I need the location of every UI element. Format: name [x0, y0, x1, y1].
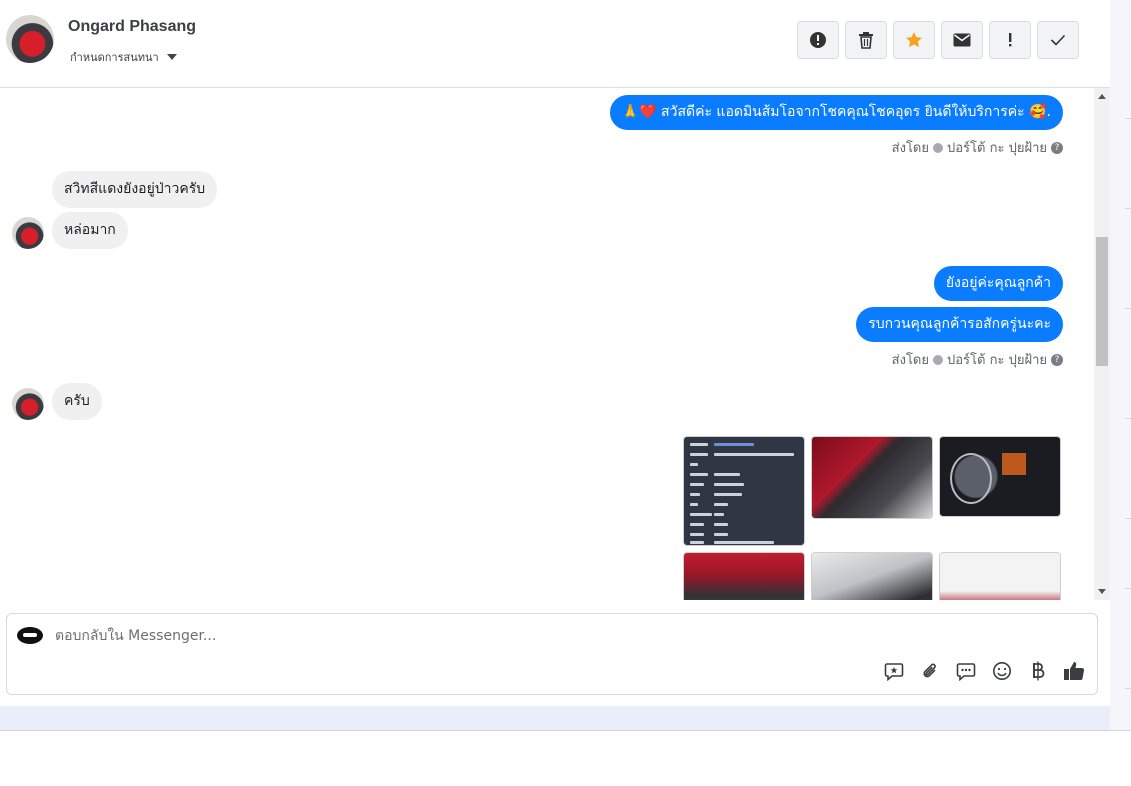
sent-by-label: ส่งโดย [891, 353, 929, 368]
check-icon [1050, 34, 1066, 46]
verified-icon [933, 142, 943, 153]
header-actions [797, 21, 1079, 59]
sent-by-label: ส่งโดย [891, 141, 929, 156]
help-icon[interactable]: ? [1051, 141, 1063, 154]
help-icon[interactable]: ? [1051, 353, 1063, 366]
car-spec-image[interactable] [683, 436, 805, 546]
trash-icon [859, 32, 873, 49]
chat-dots-icon [956, 663, 976, 681]
exclamation-icon [1009, 33, 1012, 47]
car-door-image[interactable] [811, 436, 933, 519]
outgoing-message[interactable]: 🙏❤️ สวัสดีค่ะ แอดมินส้มโอจากโชคคุณโชคอุด… [609, 95, 1063, 130]
divider [0, 730, 1131, 731]
contact-avatar[interactable] [6, 15, 54, 63]
reply-input[interactable] [55, 626, 855, 646]
right-side-strip [1110, 0, 1131, 730]
car-interior-image[interactable] [811, 552, 933, 600]
envelope-icon [953, 33, 971, 47]
attach-button[interactable] [919, 660, 941, 682]
spam-button[interactable] [797, 21, 839, 59]
incoming-message[interactable]: หล่อมาก [52, 212, 128, 249]
scroll-up-icon[interactable] [1098, 94, 1106, 99]
sent-by-line: ส่งโดย ปอร์โต้ กะ ปุยฝ้าย ? [892, 349, 1063, 370]
quick-reply-button[interactable] [955, 660, 977, 682]
outgoing-message[interactable]: รบกวนคุณลูกค้ารอสักครู่นะคะ [856, 307, 1063, 342]
scrollbar-thumb[interactable] [1096, 237, 1108, 366]
message-list[interactable]: 🙏❤️ สวัสดีค่ะ แอดมินส้มโอจากโชคคุณโชคอุด… [0, 88, 1094, 600]
baht-icon [1033, 661, 1045, 681]
emoji-button[interactable] [991, 660, 1013, 682]
conversation-label-text: กำหนดการสนทนา [70, 51, 159, 64]
verified-icon [933, 354, 943, 365]
sent-by-line: ส่งโดย ปอร์โต้ กะ ปุยฝ้าย ? [892, 137, 1063, 158]
conversation-header: Ongard Phasang กำหนดการสนทนา [0, 0, 1110, 88]
star-icon [906, 32, 922, 48]
incoming-message[interactable]: ครับ [52, 383, 102, 420]
alert-circle-icon [810, 32, 826, 48]
delete-button[interactable] [845, 21, 887, 59]
conversation-panel: Ongard Phasang กำหนดการสนทนา 🙏❤️ สวัสดีค… [0, 0, 1110, 706]
car-engine-image[interactable] [683, 552, 805, 600]
chat-star-icon [884, 663, 904, 681]
thumbs-up-icon [1064, 662, 1085, 680]
scroll-down-icon[interactable] [1098, 589, 1106, 594]
page-logo [17, 627, 43, 644]
important-button[interactable] [989, 21, 1031, 59]
sent-by-name: ปอร์โต้ กะ ปุยฝ้าย [947, 353, 1047, 368]
paperclip-icon [923, 663, 936, 678]
reply-box [6, 613, 1098, 695]
contact-avatar-small[interactable] [12, 388, 44, 420]
like-button[interactable] [1063, 660, 1085, 682]
outgoing-message[interactable]: ยังอยู่ค่ะคุณลูกค้า [933, 266, 1063, 301]
message-scrollbar[interactable] [1094, 88, 1110, 600]
mark-unread-button[interactable] [941, 21, 983, 59]
incoming-message[interactable]: สวิทสีแดงยังอยู่ป่าวครับ [52, 171, 218, 208]
smiley-icon [993, 662, 1011, 680]
contact-avatar-small[interactable] [12, 217, 44, 249]
done-button[interactable] [1037, 21, 1079, 59]
contact-name[interactable]: Ongard Phasang [68, 18, 196, 36]
payment-button[interactable] [1027, 660, 1049, 682]
caret-down-icon [166, 54, 177, 60]
car-dashboard-image[interactable] [939, 436, 1061, 517]
reply-toolbar [883, 660, 1085, 682]
star-button[interactable] [893, 21, 935, 59]
car-trunk-image[interactable] [939, 552, 1061, 600]
page: Ongard Phasang กำหนดการสนทนา 🙏❤️ สวัสดีค… [0, 0, 1131, 786]
saved-reply-button[interactable] [883, 660, 905, 682]
sent-by-name: ปอร์โต้ กะ ปุยฝ้าย [947, 141, 1047, 156]
conversation-label-dropdown[interactable]: กำหนดการสนทนา [70, 48, 177, 66]
